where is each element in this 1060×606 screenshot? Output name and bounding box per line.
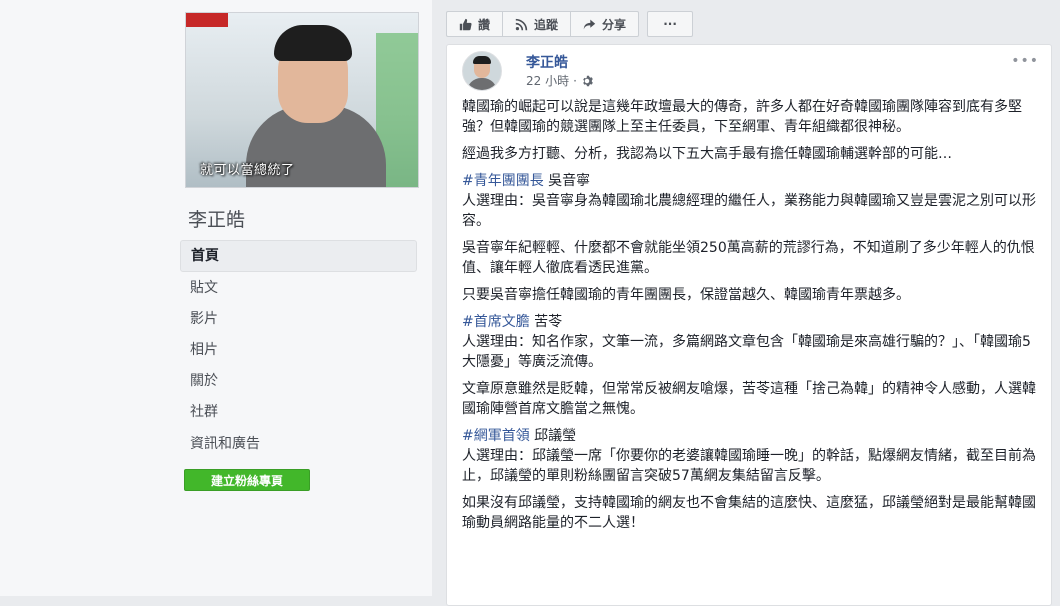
post-paragraph: 吳音寧年紀輕輕、什麼都不會就能坐領250萬高薪的荒謬行為，不知道刷了多少年輕人的…	[462, 240, 1035, 276]
post-paragraph: 經過我多方打聽、分析，我認為以下五大高手最有擔任韓國瑜輔選幹部的可能…	[462, 146, 952, 162]
follow-button[interactable]: 追蹤	[502, 11, 571, 37]
hashtag-link[interactable]: #首席文膽	[462, 314, 530, 330]
rss-icon	[515, 18, 528, 31]
thumbs-up-icon	[459, 18, 472, 31]
more-actions-button[interactable]: ···	[647, 11, 694, 37]
page-nav: 首頁 貼文 影片 相片 關於 社群 資訊和廣告	[180, 240, 417, 460]
hashtag-link[interactable]: #網軍首領	[462, 428, 530, 444]
hashtag-link[interactable]: #青年團團長	[462, 173, 544, 189]
nav-item-community[interactable]: 社群	[180, 397, 417, 427]
nav-item-videos[interactable]: 影片	[180, 304, 417, 334]
nav-item-info-and-ads[interactable]: 資訊和廣告	[180, 429, 417, 459]
nav-item-photos[interactable]: 相片	[180, 335, 417, 365]
tv-logo	[186, 13, 228, 27]
like-label: 讚	[478, 17, 491, 32]
photo-hair	[274, 25, 352, 61]
post-body: 韓國瑜的崛起可以說是這幾年政壇最大的傳奇，許多人都在好奇韓國瑜團隊陣容到底有多堅…	[462, 97, 1042, 540]
paragraph-text: 苦苓 人選理由：知名作家，文筆一流，多篇網路文章包含「韓國瑜是來高雄行騙的？」、…	[462, 314, 1031, 370]
post-meta: 22 小時 ·	[526, 72, 593, 89]
post-options-icon[interactable]: •••	[1011, 53, 1039, 69]
post-paragraph: 韓國瑜的崛起可以說是這幾年政壇最大的傳奇，許多人都在好奇韓國瑜團隊陣容到底有多堅…	[462, 99, 1022, 135]
page-sidebar: 就可以當總統了 李正皓 首頁 貼文 影片 相片 關於 社群 資訊和廣告 建立粉絲…	[0, 0, 432, 596]
post-author[interactable]: 李正皓	[526, 52, 568, 72]
photo-caption: 就可以當總統了	[200, 163, 295, 178]
page-action-bar: 讚 追蹤 分享 ···	[446, 11, 694, 37]
post-card: 李正皓 22 小時 · ••• 韓國瑜的崛起可以說是這幾年政壇最大的傳奇，許多人…	[446, 44, 1052, 606]
post-paragraph: 如果沒有邱議瑩，支持韓國瑜的網友也不會集結的這麼快、這麼猛，邱議瑩絕對是最能幫韓…	[462, 495, 1036, 531]
page-title[interactable]: 李正皓	[188, 205, 245, 232]
paragraph-text: 吳音寧 人選理由：吳音寧身為韓國瑜北農總經理的繼任人，業務能力與韓國瑜又豈是雲泥…	[462, 173, 1036, 229]
share-button[interactable]: 分享	[570, 11, 640, 37]
post-paragraph: 文章原意雖然是貶韓，但常常反被網友嗆爆，苦苓這種「捨己為韓」的精神令人感動，人選…	[462, 381, 1036, 417]
more-dots-icon: ···	[663, 17, 677, 31]
share-label: 分享	[602, 17, 627, 32]
post-paragraph: 只要吳音寧擔任韓國瑜的青年團團長，保證當越久、韓國瑜青年票越多。	[462, 287, 910, 303]
follow-label: 追蹤	[534, 17, 559, 32]
profile-photo[interactable]: 就可以當總統了	[185, 12, 419, 188]
post-paragraph: #網軍首領 邱議瑩 人選理由：邱議瑩一席「你要你的老婆讓韓國瑜睡一晚」的幹話，點…	[462, 426, 1042, 486]
gear-icon[interactable]	[581, 75, 593, 87]
nav-item-home[interactable]: 首頁	[180, 240, 417, 272]
paragraph-text: 邱議瑩 人選理由：邱議瑩一席「你要你的老婆讓韓國瑜睡一晚」的幹話，點爆網友情緒，…	[462, 428, 1036, 484]
post-timestamp[interactable]: 22 小時	[526, 72, 569, 89]
share-arrow-icon	[583, 18, 596, 31]
meta-separator: ·	[573, 73, 577, 88]
create-page-button[interactable]: 建立粉絲專頁	[184, 469, 310, 491]
like-button[interactable]: 讚	[446, 11, 503, 37]
nav-item-about[interactable]: 關於	[180, 366, 417, 396]
avatar[interactable]	[462, 51, 502, 91]
post-paragraph: #青年團團長 吳音寧 人選理由：吳音寧身為韓國瑜北農總經理的繼任人，業務能力與韓…	[462, 171, 1042, 231]
post-paragraph: #首席文膽 苦苓 人選理由：知名作家，文筆一流，多篇網路文章包含「韓國瑜是來高雄…	[462, 312, 1042, 372]
nav-item-posts[interactable]: 貼文	[180, 273, 417, 303]
